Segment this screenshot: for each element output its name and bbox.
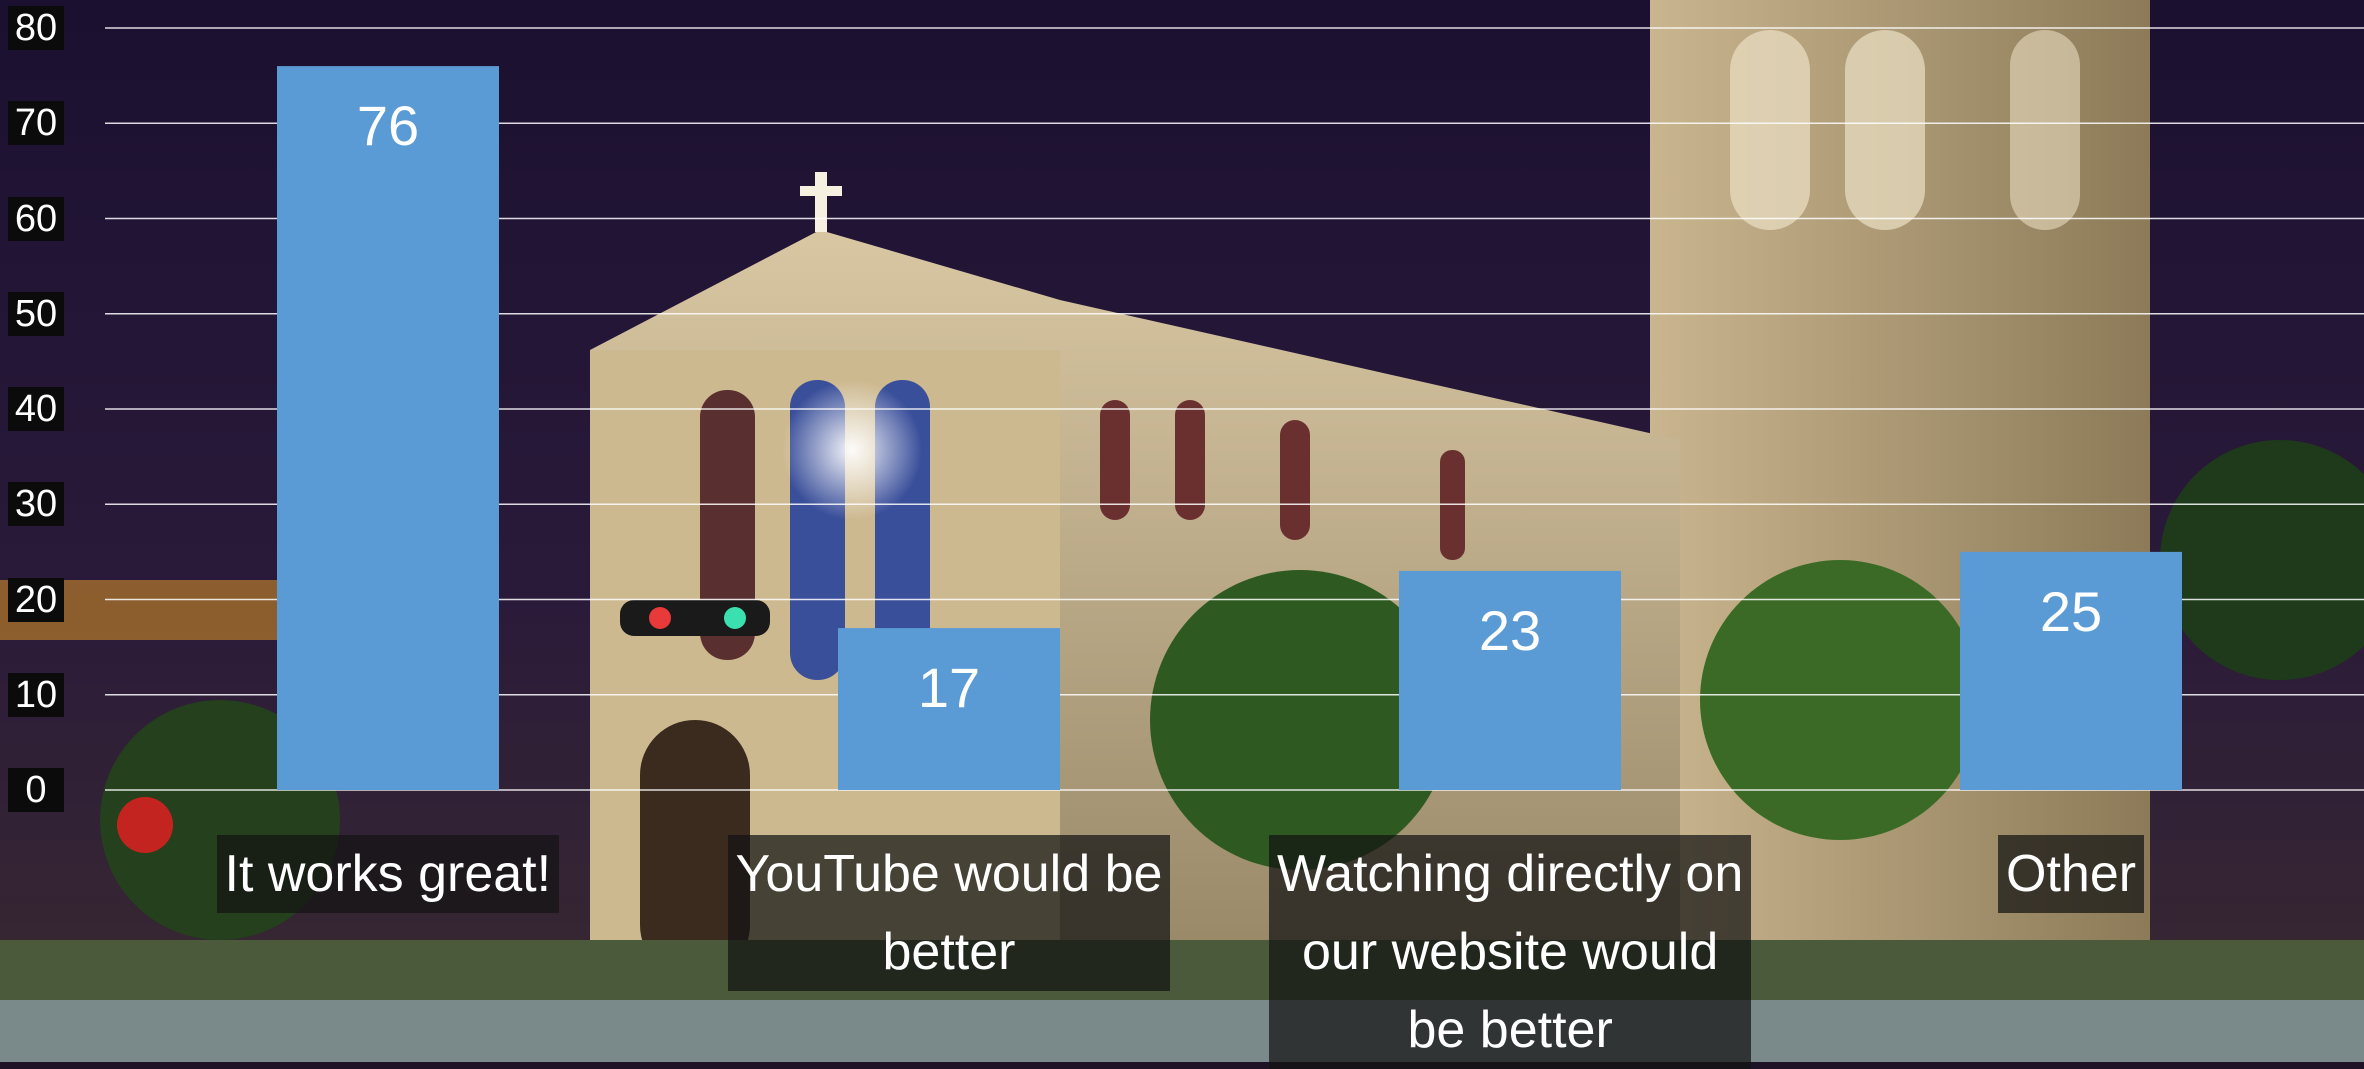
x-category-label-line: Watching directly on xyxy=(1277,845,1744,903)
x-category-label-2: YouTube would be better xyxy=(727,835,1171,991)
x-category-label-line: better xyxy=(882,923,1016,981)
x-category-label-4: Other xyxy=(1998,835,2145,913)
x-category-label-line: be better xyxy=(1407,1001,1613,1059)
data-label-2: 17 xyxy=(917,656,981,720)
y-tick-label: 20 xyxy=(8,577,64,622)
y-tick-label: 30 xyxy=(8,482,64,527)
y-tick-label: 0 xyxy=(8,768,64,812)
data-label-4: 25 xyxy=(2039,579,2103,643)
y-tick-label: 80 xyxy=(8,6,64,50)
x-category-label-line: It works great! xyxy=(224,845,552,903)
x-category-label-line: YouTube would be xyxy=(735,845,1163,903)
chart-stage: 0 10 20 30 40 50 60 70 80 76 17 23 25 It works grea… xyxy=(0,0,2364,1069)
bars xyxy=(277,66,2182,791)
x-category-label-1: It works great! xyxy=(216,835,560,913)
y-tick-label: 50 xyxy=(8,291,64,336)
y-tick-label: 40 xyxy=(8,387,64,431)
data-label-3: 23 xyxy=(1478,598,1542,662)
x-category-label-3: Watching directly on our website would be … xyxy=(1269,835,1752,1069)
bar-1 xyxy=(277,66,499,791)
x-category-label-line: our website would xyxy=(1302,923,1719,981)
y-tick-label: 10 xyxy=(8,672,64,717)
y-tick-label: 60 xyxy=(8,196,64,241)
x-category-label-line: Other xyxy=(2006,845,2137,903)
data-label-1: 76 xyxy=(356,94,420,158)
y-tick-label: 70 xyxy=(8,101,64,146)
